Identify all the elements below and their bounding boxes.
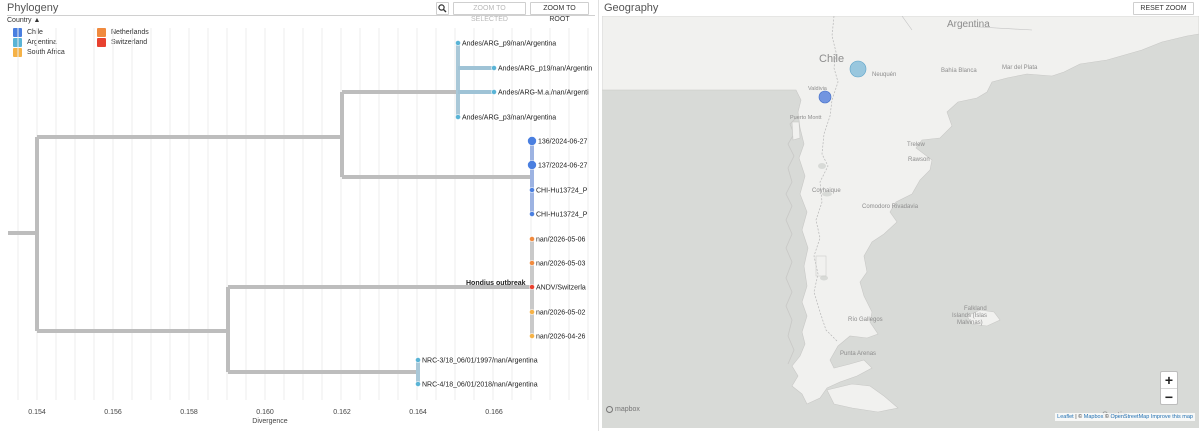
- tree-tip-label[interactable]: 136/2024-06-27: [538, 139, 588, 146]
- osm-copyright: ©: [1104, 414, 1109, 420]
- map-label-comodoro: Comodoro Rivadavia: [862, 204, 919, 210]
- clade-label-hondius: Hondius outbreak: [466, 280, 526, 287]
- tree-tip-node[interactable]: [529, 309, 535, 315]
- map-label-punta-arenas: Punta Arenas: [840, 351, 876, 357]
- coast-archipelago: [785, 115, 799, 365]
- phylogeny-panel: Phylogeny ZOOM TO SELECTED ZOOM TO ROOT …: [0, 0, 596, 431]
- map-view[interactable]: Argentina Chile Neuquén Bahía Blanca Mar…: [602, 16, 1199, 428]
- map-label-falkland-line3: Malvinas): [957, 320, 983, 326]
- tree-tip-label[interactable]: Andes/ARG_p3/nan/Argentina: [462, 115, 556, 122]
- mapbox-copyright: ©: [1078, 414, 1083, 420]
- tree-tip-node[interactable]: [415, 381, 421, 387]
- mapbox-link[interactable]: Mapbox: [1084, 414, 1104, 420]
- map-label-trelew: Trelew: [907, 142, 925, 148]
- tree-tip-label[interactable]: NRC-3/18_06/01/1997/nan/Argentina: [422, 358, 538, 365]
- tree-tip-node[interactable]: [529, 187, 535, 193]
- tree-tip-label[interactable]: nan/2026-05-03: [536, 261, 586, 268]
- tree-tip-label[interactable]: CHI-Hu13724_P: [536, 212, 588, 219]
- land-chiloe: [791, 121, 801, 141]
- tree-tip-label[interactable]: nan/2026-04-26: [536, 334, 586, 341]
- land-tierra-del-fuego: [826, 383, 899, 413]
- tree-tip-label[interactable]: 137/2024-06-27: [538, 163, 588, 170]
- lake-1: [818, 163, 826, 169]
- axis-tick-label: 0.156: [104, 409, 122, 416]
- tree-tip-node[interactable]: [529, 211, 535, 217]
- tree-tip-label[interactable]: NRC-4/18_06/01/2018/nan/Argentina: [422, 382, 538, 389]
- map-label-bahia-blanca: Bahía Blanca: [941, 68, 977, 74]
- tree-tip-label[interactable]: Andes/ARG_p19/nan/Argentin: [498, 66, 592, 73]
- leaflet-link[interactable]: Leaflet: [1057, 414, 1074, 420]
- geography-panel: Geography RESET ZOOM Argentina Chile Neu…: [602, 0, 1199, 431]
- map-marker-argentina[interactable]: [849, 60, 867, 78]
- land-south-america: [602, 16, 1199, 405]
- tree-tip-node[interactable]: [529, 284, 535, 290]
- map-attribution: Leaflet | © Mapbox © OpenStreetMap Impro…: [1055, 413, 1195, 421]
- map-label-rawson: Rawson: [908, 157, 930, 163]
- tree-tip-node[interactable]: [529, 236, 535, 242]
- map-label-coyhaique: Coyhaique: [812, 188, 841, 194]
- map-label-neuquen: Neuquén: [872, 72, 896, 78]
- zoom-control: + −: [1160, 371, 1178, 405]
- tree-tip-label[interactable]: Andes/ARG_p9/nan/Argentina: [462, 41, 556, 48]
- reset-zoom-button[interactable]: RESET ZOOM: [1133, 2, 1194, 15]
- tree-tip-node[interactable]: [415, 357, 421, 363]
- tree-tip-node[interactable]: [527, 160, 537, 170]
- tree-tip-node[interactable]: [455, 40, 461, 46]
- panel-divider: [598, 0, 599, 431]
- axis-label-divergence: Divergence: [252, 418, 288, 425]
- tree-tip-label[interactable]: CHI-Hu13724_P: [536, 188, 588, 195]
- improve-map-link[interactable]: Improve this map: [1151, 414, 1193, 420]
- mapbox-logo[interactable]: mapbox: [606, 406, 640, 413]
- map-canvas[interactable]: Argentina Chile Neuquén Bahía Blanca Mar…: [602, 16, 1199, 428]
- map-label-chile: Chile: [819, 53, 844, 65]
- mapbox-logo-text: mapbox: [615, 406, 640, 413]
- tree-tip-node[interactable]: [529, 333, 535, 339]
- tree-tip-label[interactable]: nan/2026-05-02: [536, 310, 586, 317]
- map-label-argentina: Argentina: [947, 19, 990, 30]
- tree-tip-label[interactable]: ANDV/Switzerla: [536, 285, 586, 292]
- axis-tick-label: 0.158: [180, 409, 198, 416]
- tree-tip-node[interactable]: [455, 114, 461, 120]
- map-label-rio-gallegos: Río Gallegos: [848, 317, 883, 323]
- map-label-puerto-montt: Puerto Montt: [790, 115, 822, 121]
- phylogeny-tree: 0.154 0.156 0.158 0.160 0.162 0.164 0.166 Diver…: [8, 28, 592, 425]
- axis-tick-label: 0.162: [333, 409, 351, 416]
- map-label-falkland-line1: Falkland: [964, 306, 987, 312]
- zoom-in-button[interactable]: +: [1161, 372, 1177, 388]
- tree-tip-node[interactable]: [529, 260, 535, 266]
- mapbox-icon: [606, 406, 613, 413]
- map-label-falkland-line2: Islands (Islas: [952, 313, 987, 319]
- tree-tip-node[interactable]: [491, 89, 497, 95]
- axis-tick-label: 0.164: [409, 409, 427, 416]
- map-marker-chile[interactable]: [818, 90, 832, 104]
- tree-tip-node[interactable]: [527, 136, 537, 146]
- zoom-out-button[interactable]: −: [1161, 388, 1177, 405]
- osm-link[interactable]: OpenStreetMap: [1110, 414, 1149, 420]
- axis-tick-label: 0.166: [485, 409, 503, 416]
- tree-tip-label[interactable]: Andes/ARG-M.a./nan/Argenti: [498, 90, 589, 97]
- attribution-sep: |: [1075, 414, 1077, 420]
- map-label-mar-del-plata: Mar del Plata: [1002, 65, 1038, 71]
- geography-title: Geography: [604, 2, 659, 14]
- tree-tip-label[interactable]: nan/2026-05-06: [536, 237, 586, 244]
- tree-tip-node[interactable]: [491, 65, 497, 71]
- axis-tick-label: 0.160: [256, 409, 274, 416]
- axis-tick-label: 0.154: [28, 409, 46, 416]
